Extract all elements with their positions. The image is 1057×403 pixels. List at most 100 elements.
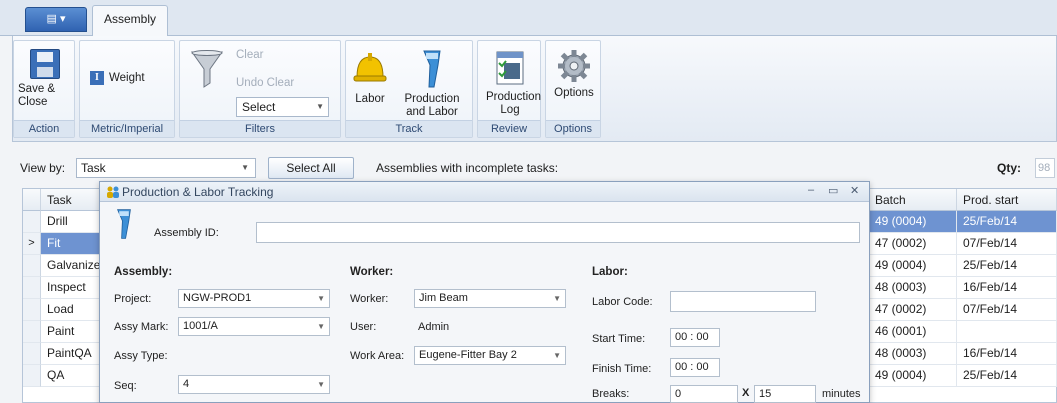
view-by-label: View by: [20,161,66,175]
row-header-corner [23,189,41,211]
seq-select[interactable]: 4 ▼ [178,375,330,394]
qty-label: Qty: [997,161,1021,175]
cell-batch[interactable]: 47 (0002) [869,299,957,321]
cell-task[interactable]: Galvanize [41,255,107,277]
worker-select[interactable]: Jim Beam ▼ [414,289,566,308]
production-labor-button[interactable]: Production and Labor [394,49,470,119]
undo-clear-button[interactable]: Undo Clear [236,77,294,90]
barcode-scanner-icon [116,209,131,239]
assy-mark-value: 1001/A [183,320,218,332]
assy-mark-select[interactable]: 1001/A ▼ [178,317,330,336]
ribbon: Save & Close Action I Weight Metric/Imper… [12,36,1057,142]
cell-batch[interactable]: 48 (0003) [869,277,957,299]
production-log-button[interactable]: Production Log [480,49,541,117]
incomplete-tasks-label: Assemblies with incomplete tasks: [376,161,559,175]
cell-batch[interactable]: 46 (0001) [869,321,957,343]
cell-prod-start[interactable]: 25/Feb/14 [957,211,1057,233]
cell-prod-start[interactable]: 07/Feb/14 [957,233,1057,255]
cell-task[interactable]: Paint [41,321,107,343]
close-button[interactable]: ✕ [850,184,859,197]
row-header[interactable] [23,343,41,365]
cell-prod-start[interactable]: 25/Feb/14 [957,365,1057,387]
column-header-batch[interactable]: Batch [869,189,957,211]
hardhat-icon [353,53,387,82]
minimize-button[interactable]: – [808,184,814,196]
row-header[interactable] [23,277,41,299]
cell-prod-start[interactable]: 07/Feb/14 [957,299,1057,321]
cell-prod-start[interactable]: 25/Feb/14 [957,255,1057,277]
save-close-button[interactable]: Save & Close [18,49,72,109]
cell-batch[interactable]: 49 (0004) [869,255,957,277]
start-minute: 00 [696,331,709,343]
save-icon [30,49,60,79]
app-menu-button[interactable]: ▤ ▾ [25,7,87,32]
chevron-down-icon: ▼ [241,163,249,172]
minutes-label: minutes [822,388,861,400]
start-time-input[interactable]: 00 : 00 [670,328,720,347]
cell-prod-start[interactable]: 16/Feb/14 [957,343,1057,365]
assembly-id-label: Assembly ID: [154,227,219,239]
view-by-select[interactable]: Task ▼ [76,158,256,178]
user-value: Admin [418,321,450,333]
row-header[interactable] [23,211,41,233]
breaks-label: Breaks: [592,388,630,400]
labor-code-label: Labor Code: [592,296,653,308]
cell-batch[interactable]: 49 (0004) [869,211,957,233]
cell-task[interactable]: Load [41,299,107,321]
clear-button[interactable]: Clear [236,49,263,62]
project-value: NGW-PROD1 [183,292,252,304]
production-labor-dialog: Production & Labor Tracking – ▭ ✕ Assemb… [99,181,870,403]
chevron-down-icon: ▼ [553,351,561,360]
cell-task[interactable]: Inspect [41,277,107,299]
assembly-heading: Assembly: [114,266,173,278]
work-area-label: Work Area: [350,350,405,362]
ribbon-tab-bar: ▤ ▾ Assembly [0,0,1057,37]
chevron-down-icon: ▼ [317,294,325,303]
group-caption-track: Track [346,120,472,137]
finish-time-label: Finish Time: [592,363,652,375]
cell-task[interactable]: PaintQA [41,343,107,365]
cell-prod-start[interactable] [957,321,1057,343]
row-header[interactable] [23,299,41,321]
row-header[interactable] [23,365,41,387]
filter-select[interactable]: Select ▼ [236,97,329,117]
breaks-input[interactable]: 0 [670,385,738,403]
select-all-button[interactable]: Select All [268,157,354,179]
labor-button[interactable]: Labor [350,49,390,106]
labor-code-input[interactable] [670,291,816,312]
project-select[interactable]: NGW-PROD1 ▼ [178,289,330,308]
column-header-prod-start[interactable]: Prod. start [957,189,1057,211]
row-header[interactable]: > [23,233,41,255]
group-caption-options: Options [546,120,600,137]
cell-batch[interactable]: 48 (0003) [869,343,957,365]
work-area-select[interactable]: Eugene-Fitter Bay 2 ▼ [414,346,566,365]
maximize-button[interactable]: ▭ [828,184,838,197]
cell-task[interactable]: Drill [41,211,107,233]
weight-button[interactable]: I Weight [90,71,170,85]
cell-task[interactable]: Fit [41,233,107,255]
options-button[interactable]: Options [548,49,600,100]
assy-mark-label: Assy Mark: [114,321,169,333]
chevron-down-icon: ▼ [316,102,324,111]
row-header[interactable] [23,321,41,343]
cell-task[interactable]: QA [41,365,107,387]
view-by-value: Task [81,161,106,175]
finish-time-input[interactable]: 00 : 00 [670,358,720,377]
chevron-down-icon: ▼ [317,380,325,389]
group-filters: Clear Undo Clear Select ▼ Filters [179,40,341,138]
group-action: Save & Close Action [13,40,75,138]
options-label: Options [554,87,594,99]
cell-batch[interactable]: 47 (0002) [869,233,957,255]
row-header[interactable] [23,255,41,277]
assembly-id-input[interactable] [256,222,860,243]
cell-batch[interactable]: 49 (0004) [869,365,957,387]
break-minutes-input[interactable]: 15 [754,385,816,403]
labor-label: Labor [355,93,385,105]
weight-label: Weight [109,72,145,85]
tab-assembly[interactable]: Assembly [92,5,168,37]
column-header-task[interactable]: Task [41,189,107,211]
cell-prod-start[interactable]: 16/Feb/14 [957,277,1057,299]
dialog-title-bar[interactable]: Production & Labor Tracking – ▭ ✕ [100,182,869,202]
group-review: Production Log Review [477,40,541,138]
funnel-icon[interactable] [190,49,224,89]
